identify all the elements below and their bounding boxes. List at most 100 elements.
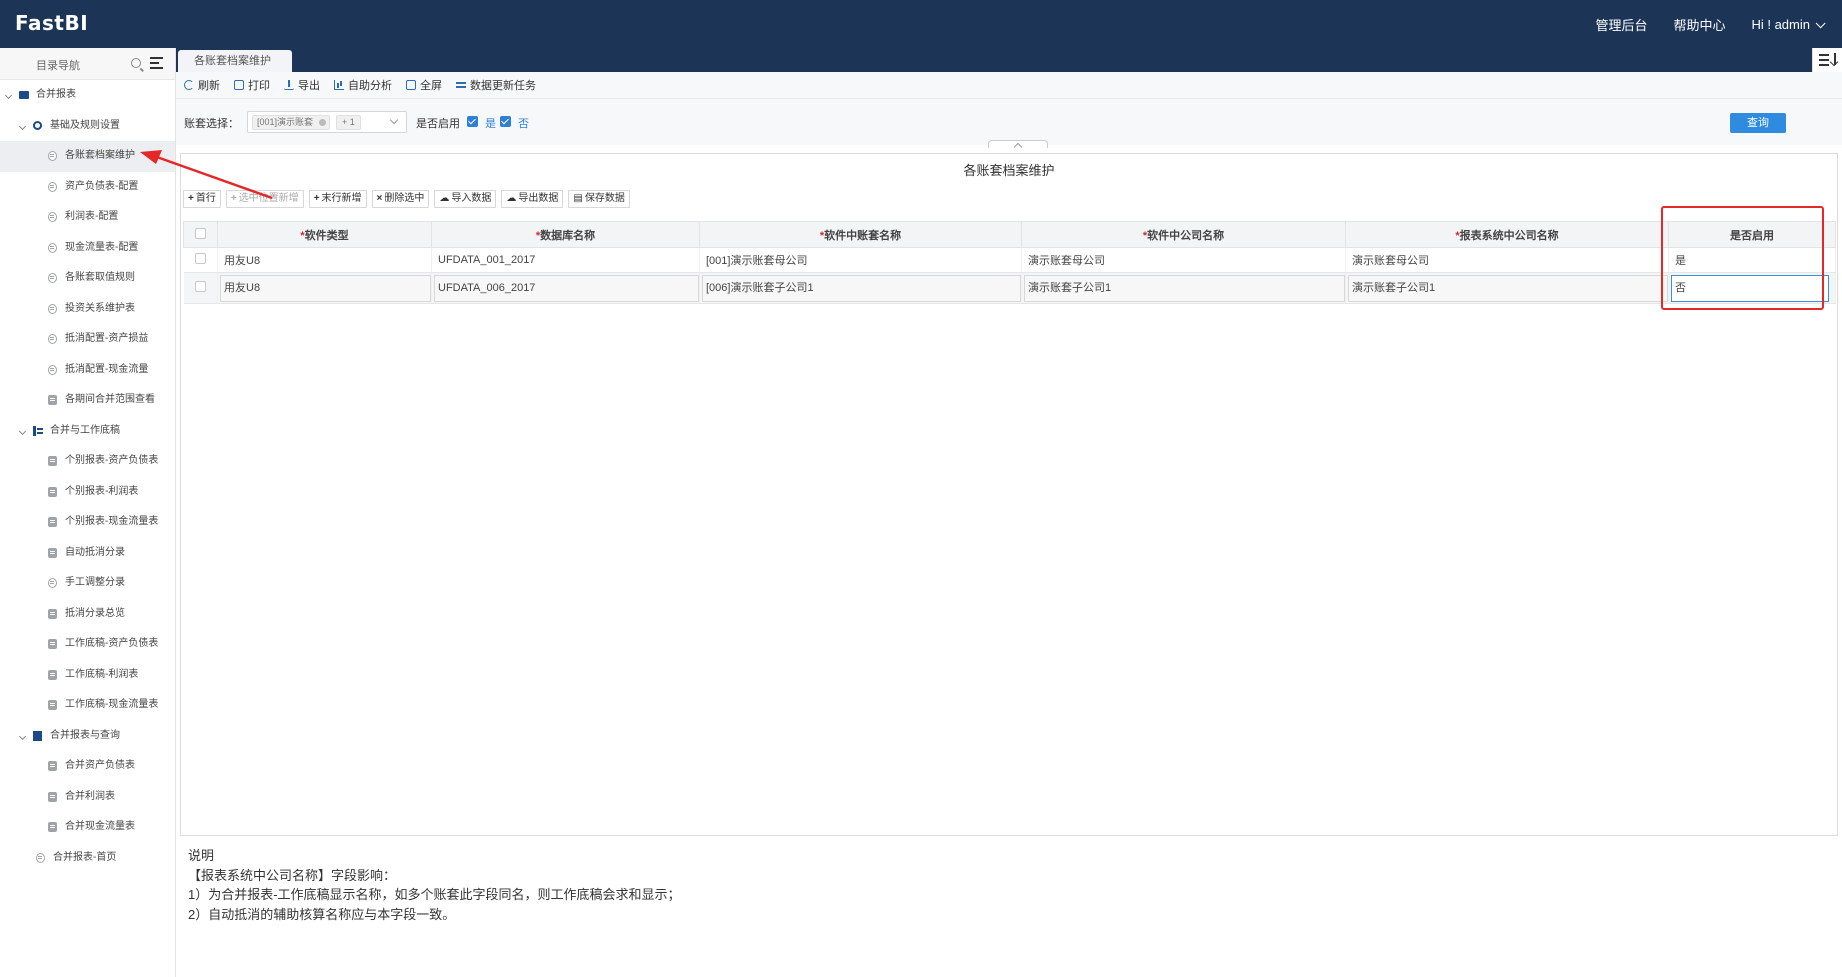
main-toolbar: 刷新 打印 导出 自助分析 全屏 数据更新任务 [176,72,1842,99]
row-checkbox[interactable] [194,281,206,292]
sidebar-item[interactable]: 合并报表与查询 [0,721,175,752]
sidebar-item-label: 工作底稿-利润表 [65,668,139,680]
sidebar-item[interactable]: 合并与工作底稿 [0,416,175,447]
append-row-button[interactable]: + 末行新增 [308,190,367,208]
data-panel: 各账套档案维护 + 首行 + 选中位置新增 + 末行新增 × 删除选中 ☁ 导入数据 ☁ 导… [180,153,1838,836]
folder-icon [19,91,29,99]
fullscreen-button[interactable]: 全屏 [406,77,442,93]
update-task-button[interactable]: 数据更新任务 [456,77,536,93]
select-all-checkbox[interactable] [195,227,206,239]
report-square-icon [48,791,57,802]
sidebar-search[interactable]: 目录导航 [0,48,175,80]
enabled-no-checkbox[interactable] [500,116,511,127]
panel-collapse-handle[interactable] [988,140,1048,148]
column-header[interactable]: *软件类型 [217,221,432,248]
table-cell[interactable]: UFDATA_001_2017 [431,247,700,273]
sidebar-item[interactable]: 个别报表-利润表 [0,477,175,508]
append-row-label: 末行新增 [321,193,362,204]
column-header[interactable]: *软件中账套名称 [699,221,1022,248]
print-button[interactable]: 打印 [234,77,270,93]
column-header[interactable]: *软件中公司名称 [1021,221,1346,248]
chevron-down-icon[interactable] [18,427,27,435]
sidebar-item[interactable]: 投资关系维护表 [0,294,175,325]
column-header[interactable]: *报表系统中公司名称 [1345,221,1669,248]
column-header[interactable]: *数据库名称 [431,221,700,248]
table-cell[interactable]: 演示账套子公司1 [1021,272,1346,304]
sidebar-item[interactable]: 现金流量表-配置 [0,233,175,264]
sidebar-item[interactable]: 个别报表-现金流量表 [0,507,175,538]
row-select-cell[interactable] [183,247,218,273]
chevron-down-icon[interactable] [18,732,27,740]
account-select[interactable]: [001]演示账套 + 1 [247,111,407,133]
row-checkbox[interactable] [194,253,206,264]
table-cell[interactable]: [006]演示账套子公司1 [699,272,1022,304]
select-all-header[interactable] [183,221,218,248]
sidebar-item[interactable]: 抵消分录总览 [0,599,175,630]
table-cell[interactable]: 演示账套母公司 [1345,247,1669,273]
sidebar-item[interactable]: 利润表-配置 [0,202,175,233]
sidebar-item[interactable]: 手工调整分录 [0,568,175,599]
cell-editor[interactable]: 用友U8 [220,274,431,302]
export-data-label: 导出数据 [518,193,559,204]
table-row[interactable]: 用友U8 UFDATA_001_2017 [001]演示账套母公司 演示账套母公… [183,247,1836,273]
row-select-cell[interactable] [183,272,218,304]
top-header: FastBI 管理后台 帮助中心 Hi ! admin [0,0,1842,48]
sidebar-item[interactable]: 个别报表-资产负债表 [0,446,175,477]
table-cell[interactable]: UFDATA_006_2017 [431,272,700,304]
cell-editor[interactable]: [006]演示账套子公司1 [702,274,1021,302]
filter-bar: 账套选择： [001]演示账套 + 1 是否启用 是 否 查询 [176,99,1842,145]
save-data-button[interactable]: ▤ 保存数据 [568,190,630,208]
export-data-button[interactable]: ☁ 导出数据 [501,190,564,208]
column-header-label: 数据库名称 [540,229,596,242]
print-icon [234,80,244,90]
sidebar-item[interactable]: 工作底稿-现金流量表 [0,690,175,721]
enabled-yes-checkbox[interactable] [467,116,478,127]
sidebar-item[interactable]: 抵消配置-资产损益 [0,324,175,355]
chevron-down-icon[interactable] [4,91,13,100]
sidebar-item-label: 抵消配置-现金流量 [65,363,149,375]
refresh-button[interactable]: 刷新 [184,77,220,93]
cell-editor[interactable]: UFDATA_006_2017 [434,274,699,302]
sidebar-item[interactable]: 合并报表-首页 [0,843,175,874]
close-icon[interactable] [319,119,327,126]
query-button[interactable]: 查询 [1730,113,1786,133]
cell-editor[interactable]: 演示账套子公司1 [1348,274,1668,302]
import-data-button[interactable]: ☁ 导入数据 [434,190,497,208]
sidebar-item[interactable]: 合并资产负债表 [0,751,175,782]
table-cell[interactable]: 用友U8 [217,272,432,304]
collapse-menu-icon[interactable] [150,57,163,69]
table-cell[interactable]: 演示账套子公司1 [1345,272,1669,304]
report-square-icon [48,517,57,527]
sidebar-item[interactable]: 合并利润表 [0,782,175,813]
tab-account-archive[interactable]: 各账套档案维护 [178,50,292,72]
sidebar-item[interactable]: 抵消配置-现金流量 [0,355,175,386]
sidebar-item[interactable]: 自动抵消分录 [0,538,175,569]
sliders-icon [456,80,466,90]
table-cell[interactable]: 演示账套母公司 [1021,247,1346,273]
sidebar-item[interactable]: 基础及规则设置 [0,111,175,142]
delete-selected-button[interactable]: × 删除选中 [371,190,430,208]
table-row[interactable]: 用友U8 UFDATA_006_2017 [006]演示账套子公司1 演示账套子… [183,272,1836,304]
search-icon[interactable] [131,58,141,68]
tab-menu-icon[interactable] [1812,48,1842,72]
sidebar-item[interactable]: 各账套取值规则 [0,263,175,294]
sidebar-item[interactable]: 工作底稿-利润表 [0,660,175,691]
table-cell[interactable]: 用友U8 [217,247,432,273]
sidebar-item[interactable]: 合并现金流量表 [0,812,175,843]
sidebar-item[interactable]: 合并报表 [0,80,175,111]
sidebar-item[interactable]: 工作底稿-资产负债表 [0,629,175,660]
sidebar-item-label: 工作底稿-资产负债表 [65,638,159,649]
chevron-down-icon[interactable] [18,122,27,130]
user-menu[interactable]: Hi ! admin [1751,17,1826,32]
table-cell[interactable]: [001]演示账套母公司 [699,247,1022,273]
export-button[interactable]: 导出 [284,77,320,93]
admin-link[interactable]: 管理后台 [1595,15,1647,34]
sidebar-item[interactable]: 各期间合并范围查看 [0,385,175,416]
account-select-label: 账套选择： [184,118,239,130]
cell-editor[interactable]: 演示账套子公司1 [1024,274,1345,302]
help-link[interactable]: 帮助中心 [1673,15,1725,34]
refresh-label: 刷新 [198,80,220,92]
column-header-label: 软件中账套名称 [824,229,902,242]
notes-line: 1）为合并报表-工作底稿显示名称，如多个账套此字段同名，则工作底稿会求和显示； [188,887,681,902]
analysis-button[interactable]: 自助分析 [334,77,392,93]
